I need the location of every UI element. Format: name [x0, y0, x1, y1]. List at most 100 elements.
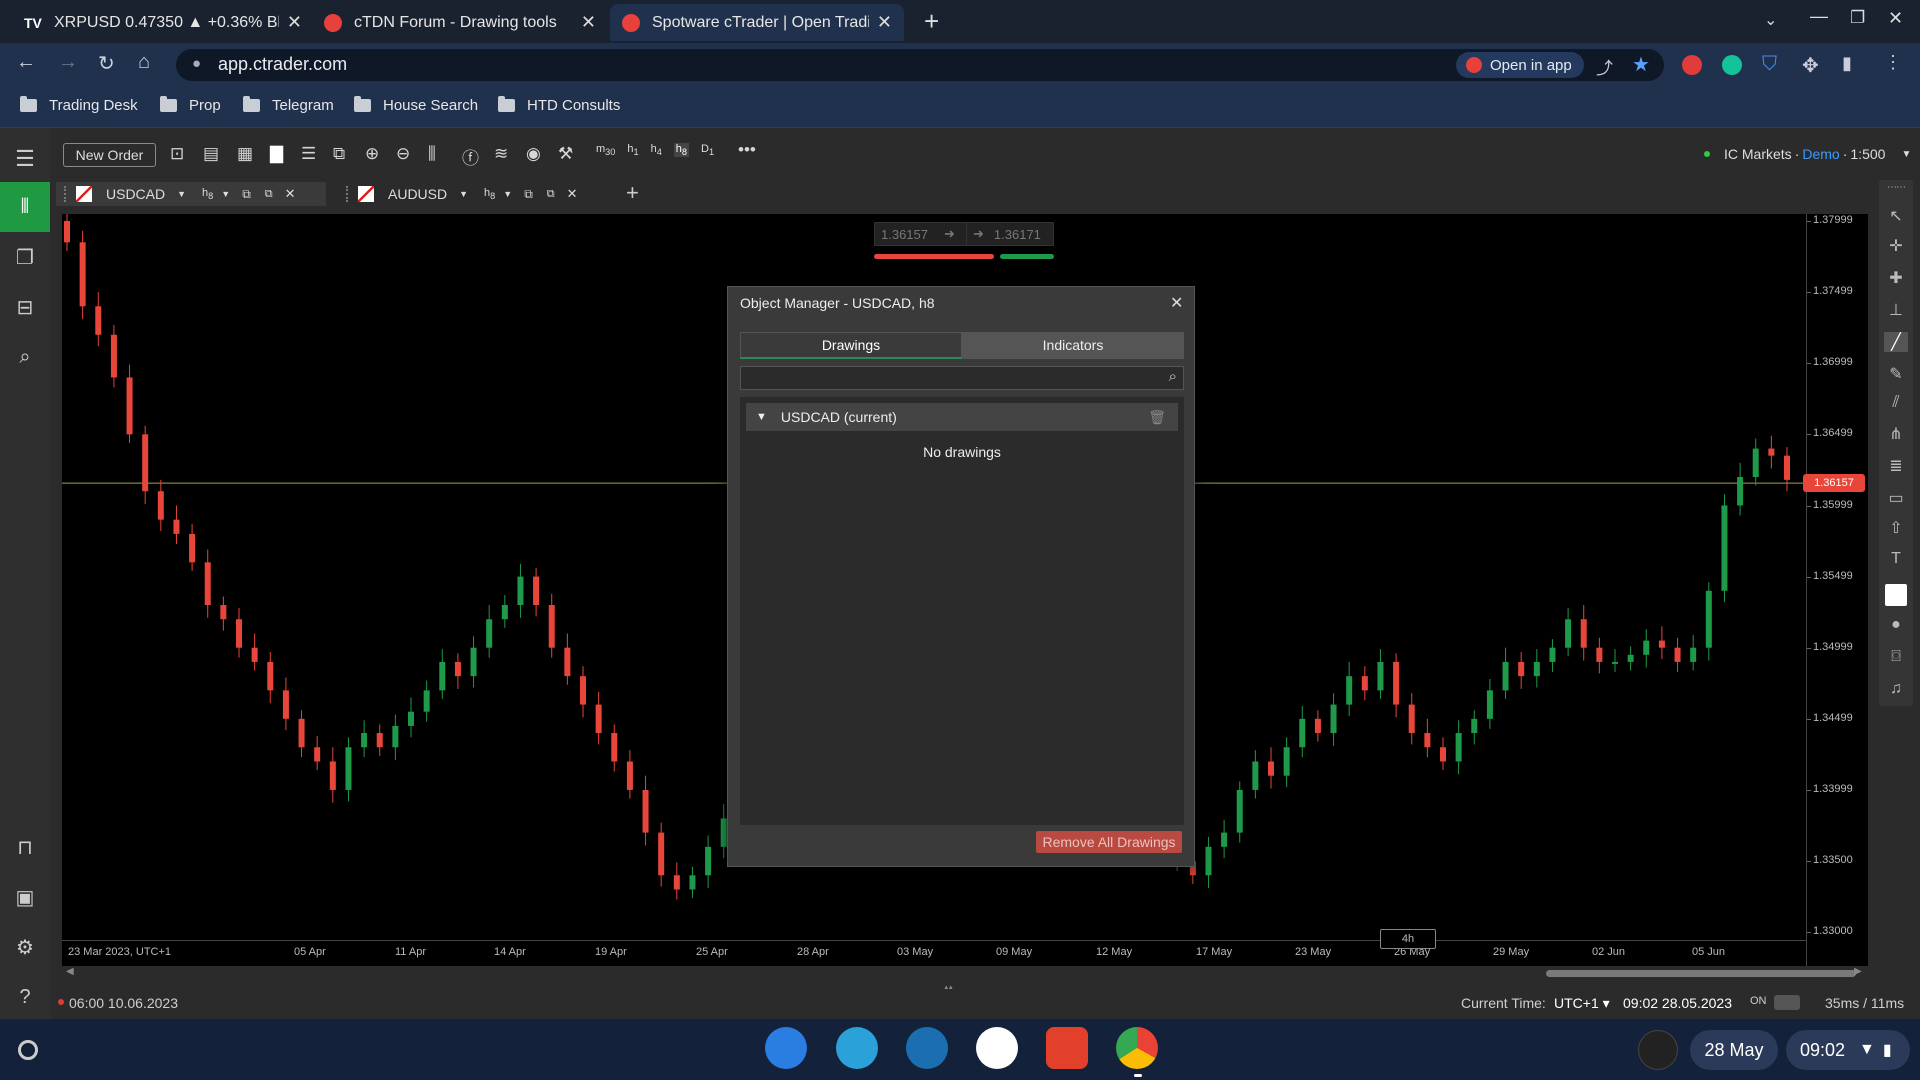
copy-icon[interactable]: ❐ [0, 232, 50, 282]
restore-icon[interactable]: ❐ [1850, 8, 1865, 28]
share-icon[interactable]: ⤴ [1596, 54, 1613, 79]
address-bar[interactable]: ● app.ctrader.com Open in app ⤴ ★ [176, 49, 1664, 81]
chrome-icon[interactable] [1116, 1027, 1158, 1069]
forward-icon[interactable]: → [58, 51, 78, 74]
back-icon[interactable]: ← [16, 51, 36, 74]
browser-tab-xrpusd[interactable]: TV XRPUSD 0.47350 ▲ +0.36% Blac ✕ [12, 4, 314, 41]
drag-handle-icon[interactable]: ⋯⋯ [1884, 182, 1908, 193]
popout-icon[interactable]: ⧉ [265, 188, 273, 201]
timeframe-h8[interactable]: h8 [673, 143, 690, 158]
account-selector[interactable]: IC Markets · Demo · 1:500 ▼ [1704, 146, 1911, 162]
close-window-icon[interactable]: ✕ [1888, 8, 1903, 29]
fork-icon[interactable]: ⋔ [1884, 424, 1908, 444]
minimize-icon[interactable]: — [1810, 6, 1828, 27]
browser-tab-ctdn-forum[interactable]: cTDN Forum - Drawing tools ✕ [312, 4, 608, 41]
link-icon[interactable]: ⧉ [524, 187, 533, 202]
timezone-selector[interactable]: UTC+1 ▾ [1554, 995, 1610, 1012]
scroll-right-icon[interactable]: ▶ [1854, 966, 1862, 977]
status-tray[interactable]: 09:02 ▼ ▮ [1786, 1030, 1910, 1070]
settings-gear-icon[interactable]: ⚙ [0, 922, 50, 972]
trend-line-icon[interactable]: ╱ [1884, 332, 1908, 352]
telegram-icon[interactable] [836, 1027, 878, 1069]
popout-icon[interactable]: ⧉ [547, 188, 555, 201]
extensions-puzzle-icon[interactable]: ✥ [1802, 53, 1819, 78]
zoom-in-icon[interactable]: ⊕ [365, 144, 379, 164]
chevron-down-icon[interactable]: ▼ [221, 189, 230, 199]
fibonacci-icon[interactable]: ≣ [1884, 456, 1908, 476]
eye-icon[interactable]: ◉ [526, 144, 541, 164]
cursor-icon[interactable]: ↖ [1884, 206, 1908, 226]
wallet-icon[interactable]: ▣ [0, 872, 50, 922]
close-icon[interactable]: ✕ [877, 12, 892, 33]
tab-timeframe[interactable]: h8 [484, 187, 495, 201]
hamburger-menu-icon[interactable]: ☰ [0, 134, 50, 184]
open-in-app-button[interactable]: Open in app [1456, 52, 1584, 78]
launcher-icon[interactable] [18, 1040, 38, 1060]
link-icon[interactable]: ⧉ [242, 187, 251, 202]
bookmark-prop[interactable]: Prop [160, 96, 221, 114]
color-swatch[interactable] [1885, 584, 1907, 606]
close-icon[interactable]: ✕ [1170, 293, 1183, 313]
remove-all-drawings-button[interactable]: Remove All Drawings [1036, 831, 1182, 853]
scrollbar-thumb[interactable] [1546, 970, 1856, 977]
browser-tab-ctrader[interactable]: Spotware cTrader | Open Trading ✕ [610, 4, 904, 41]
tab-drawings[interactable]: Drawings [740, 332, 962, 359]
ruler-icon[interactable]: ⊥ [1884, 300, 1908, 320]
tab-search-chevron-icon[interactable]: ⌄ [1764, 10, 1777, 30]
crosshair-icon[interactable]: ✛ [1884, 236, 1908, 256]
chart-tab-audusd[interactable]: AUDUSD ▼ h8 ▼ ⧉ ⧉ ✕ [338, 182, 608, 206]
analyze-icon[interactable]: ⌕ [0, 332, 50, 382]
arrow-up-icon[interactable]: ⇧ [1884, 518, 1908, 538]
search-icon[interactable]: ⌕ [1169, 368, 1177, 385]
trade-icon[interactable]: ⫴ [0, 182, 50, 232]
chevron-down-icon[interactable]: ▼ [459, 189, 468, 199]
indicators-icon[interactable]: ⧉ [333, 144, 345, 164]
drag-handle-icon[interactable] [346, 186, 350, 202]
crosshair-plus-icon[interactable]: ✚ [1884, 268, 1908, 288]
new-tab-button[interactable]: + [924, 6, 939, 37]
scroll-left-icon[interactable]: ◀ [66, 966, 74, 977]
extension-icon[interactable] [1682, 55, 1702, 75]
dot-icon[interactable]: ● [1884, 616, 1908, 634]
menu-kebab-icon[interactable]: ⋮ [1884, 52, 1902, 73]
thumbnail-icon[interactable] [1638, 1030, 1678, 1070]
shield-icon[interactable]: ⛉ [1762, 53, 1777, 76]
bookmark-htd-consults[interactable]: HTD Consults [498, 96, 620, 114]
date-pill[interactable]: 28 May [1690, 1030, 1778, 1070]
rectangle-icon[interactable]: ▭ [1884, 488, 1908, 508]
timeframe-m30[interactable]: m30 [596, 143, 615, 157]
stacked-layout-icon[interactable]: ☰ [301, 144, 316, 164]
brave-icon[interactable] [1046, 1027, 1088, 1069]
grid-layout-icon[interactable]: ▦ [237, 144, 253, 164]
new-order-button[interactable]: New Order [63, 143, 156, 167]
tab-timeframe[interactable]: h8 [202, 187, 213, 201]
toggle-switch[interactable] [1774, 995, 1800, 1010]
close-icon[interactable]: ✕ [287, 12, 302, 33]
zoom-out-icon[interactable]: ⊖ [396, 144, 410, 164]
chevron-down-icon[interactable]: ▼ [177, 189, 186, 199]
candles-icon[interactable]: ⫼ [428, 144, 436, 164]
instant-icon[interactable]: ⓕ [462, 144, 479, 169]
pencil-icon[interactable]: ✎ [1884, 364, 1908, 384]
help-icon[interactable]: ? [0, 972, 50, 1022]
channel-icon[interactable]: ⫽ [1884, 394, 1908, 412]
chart-tab-usdcad[interactable]: USDCAD ▼ h8 ▼ ⧉ ⧉ ✕ [56, 182, 326, 206]
deposit-icon[interactable]: ⊓ [0, 822, 50, 872]
trash-icon[interactable]: 🗑 [1148, 409, 1166, 426]
timeframe-h1[interactable]: h1 [627, 143, 638, 157]
automate-robot-icon[interactable]: ⊟ [0, 282, 50, 332]
play-store-icon[interactable] [976, 1027, 1018, 1069]
search-input[interactable]: ⌕ [740, 366, 1184, 390]
time-axis[interactable]: 23 Mar 2023, UTC+1 05 Apr 11 Apr 14 Apr 19 A… [62, 929, 1806, 966]
more-icon[interactable]: ••• [738, 140, 756, 160]
grammarly-icon[interactable] [1722, 55, 1742, 75]
layers-icon[interactable]: ≋ [494, 144, 508, 164]
close-icon[interactable]: ✕ [581, 12, 596, 33]
collapse-triangle-icon[interactable]: ▼ [756, 411, 767, 423]
timeframe-h4[interactable]: h4 [651, 143, 662, 157]
chart-type-icon[interactable]: ⊡ [170, 144, 184, 164]
settings-chart-icon[interactable]: ⚒ [558, 144, 573, 164]
files-icon[interactable] [765, 1027, 807, 1069]
layout-icon[interactable]: ▤ [203, 144, 219, 164]
price-axis[interactable]: 1.37999 1.37499 1.36999 1.36499 1.35999 1.354… [1803, 214, 1868, 966]
